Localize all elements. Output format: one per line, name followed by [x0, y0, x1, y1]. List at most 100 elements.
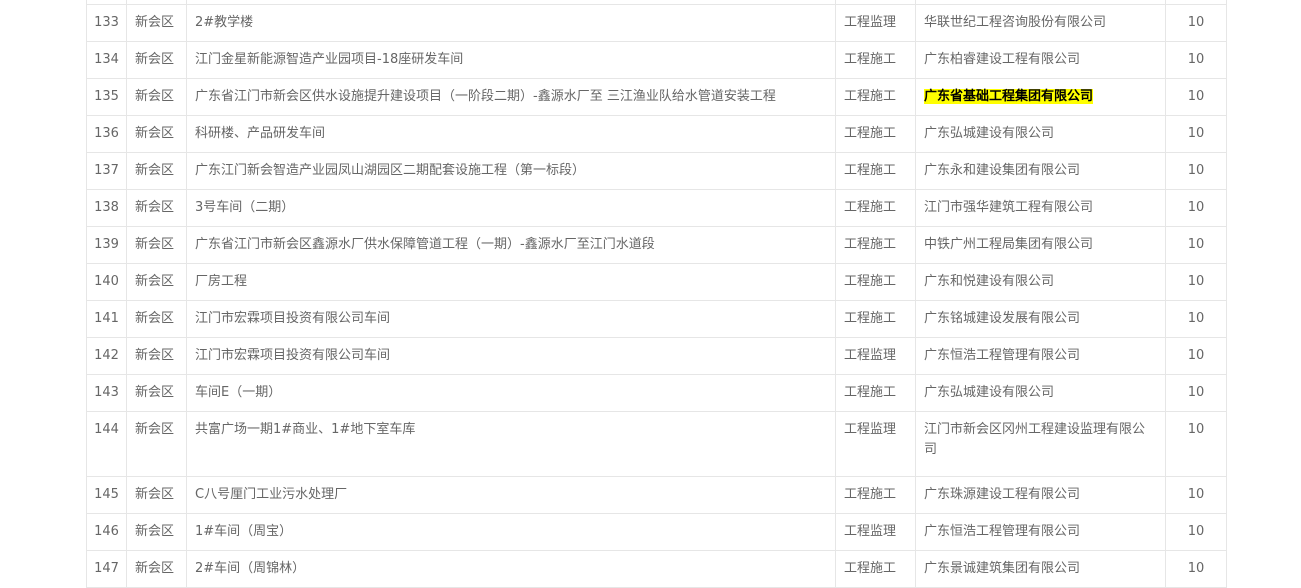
table-row: 135 新会区 广东省江门市新会区供水设施提升建设项目（一阶段二期）-鑫源水厂至…	[86, 78, 1227, 116]
row-score: 10	[1165, 263, 1227, 301]
row-score: 10	[1165, 189, 1227, 227]
row-score: 10	[1165, 411, 1227, 477]
row-work-type: 工程施工	[835, 263, 916, 301]
row-project-name: 科研楼、产品研发车间	[186, 115, 836, 153]
row-score: 10	[1165, 115, 1227, 153]
row-company: 广东弘城建设有限公司	[915, 115, 1166, 153]
row-company: 华联世纪工程咨询股份有限公司	[915, 4, 1166, 42]
row-index: 137	[86, 152, 127, 190]
row-district: 新会区	[126, 226, 187, 264]
row-company: 广东弘城建设有限公司	[915, 374, 1166, 412]
row-index: 139	[86, 226, 127, 264]
row-district: 新会区	[126, 78, 187, 116]
row-company-name: 中铁广州工程局集团有限公司	[924, 237, 1094, 252]
row-company: 中铁广州工程局集团有限公司	[915, 226, 1166, 264]
row-company-name: 广东恒浩工程管理有限公司	[924, 348, 1081, 363]
row-district: 新会区	[126, 263, 187, 301]
row-company-name: 江门市新会区冈州工程建设监理有限公司	[924, 422, 1146, 457]
row-project-name: 2#教学楼	[186, 4, 836, 42]
row-project-name: 江门市宏霖项目投资有限公司车间	[186, 337, 836, 375]
row-score: 10	[1165, 513, 1227, 551]
row-company: 广东铭城建设发展有限公司	[915, 300, 1166, 338]
row-project-name: 共富广场一期1#商业、1#地下室车库	[186, 411, 836, 477]
row-work-type: 工程施工	[835, 41, 916, 79]
row-district: 新会区	[126, 476, 187, 514]
row-index: 145	[86, 476, 127, 514]
row-index: 143	[86, 374, 127, 412]
row-score: 10	[1165, 4, 1227, 42]
row-work-type: 工程施工	[835, 476, 916, 514]
row-district: 新会区	[126, 374, 187, 412]
row-index: 146	[86, 513, 127, 551]
row-company: 广东珠源建设工程有限公司	[915, 476, 1166, 514]
row-work-type: 工程施工	[835, 78, 916, 116]
ranking-table: 132 新会区 新会区 工程施工 江门市新会区 10 133 新会区 2#教学楼…	[86, 0, 1227, 588]
row-company-name: 广东省基础工程集团有限公司	[924, 89, 1094, 104]
table-row: 145 新会区 C八号厘门工业污水处理厂 工程施工 广东珠源建设工程有限公司 1…	[86, 476, 1227, 514]
row-work-type: 工程监理	[835, 411, 916, 477]
table-row: 134 新会区 江门金星新能源智造产业园项目-18座研发车间 工程施工 广东柏睿…	[86, 41, 1227, 79]
row-company-name: 广东铭城建设发展有限公司	[924, 311, 1081, 326]
row-score: 10	[1165, 374, 1227, 412]
row-score: 10	[1165, 300, 1227, 338]
table-row: 143 新会区 车间E（一期） 工程施工 广东弘城建设有限公司 10	[86, 374, 1227, 412]
row-company-name: 广东恒浩工程管理有限公司	[924, 524, 1081, 539]
row-index: 138	[86, 189, 127, 227]
ranking-table-container: 132 新会区 新会区 工程施工 江门市新会区 10 133 新会区 2#教学楼…	[86, 0, 1227, 588]
row-district: 新会区	[126, 115, 187, 153]
table-row: 142 新会区 江门市宏霖项目投资有限公司车间 工程监理 广东恒浩工程管理有限公…	[86, 337, 1227, 375]
row-project-name: C八号厘门工业污水处理厂	[186, 476, 836, 514]
row-project-name: 厂房工程	[186, 263, 836, 301]
row-project-name: 江门金星新能源智造产业园项目-18座研发车间	[186, 41, 836, 79]
row-district: 新会区	[126, 337, 187, 375]
row-index: 134	[86, 41, 127, 79]
row-work-type: 工程监理	[835, 337, 916, 375]
row-project-name: 3号车间（二期）	[186, 189, 836, 227]
row-work-type: 工程施工	[835, 189, 916, 227]
row-project-name: 江门市宏霖项目投资有限公司车间	[186, 300, 836, 338]
row-company: 广东省基础工程集团有限公司	[915, 78, 1166, 116]
row-company: 广东景诚建筑集团有限公司	[915, 550, 1166, 588]
row-company-name: 广东弘城建设有限公司	[924, 126, 1055, 141]
table-row: 139 新会区 广东省江门市新会区鑫源水厂供水保障管道工程（一期）-鑫源水厂至江…	[86, 226, 1227, 264]
row-company-name: 广东永和建设集团有限公司	[924, 163, 1081, 178]
row-index: 140	[86, 263, 127, 301]
row-district: 新会区	[126, 513, 187, 551]
table-row: 136 新会区 科研楼、产品研发车间 工程施工 广东弘城建设有限公司 10	[86, 115, 1227, 153]
table-row: 138 新会区 3号车间（二期） 工程施工 江门市强华建筑工程有限公司 10	[86, 189, 1227, 227]
row-company: 广东永和建设集团有限公司	[915, 152, 1166, 190]
row-company: 江门市强华建筑工程有限公司	[915, 189, 1166, 227]
row-district: 新会区	[126, 411, 187, 477]
row-company-name: 广东景诚建筑集团有限公司	[924, 561, 1081, 576]
row-company-name: 华联世纪工程咨询股份有限公司	[924, 15, 1107, 30]
row-company-name: 广东弘城建设有限公司	[924, 385, 1055, 400]
row-project-name: 广东省江门市新会区供水设施提升建设项目（一阶段二期）-鑫源水厂至 三江渔业队给水…	[186, 78, 836, 116]
row-score: 10	[1165, 152, 1227, 190]
row-district: 新会区	[126, 550, 187, 588]
row-district: 新会区	[126, 4, 187, 42]
row-score: 10	[1165, 78, 1227, 116]
row-work-type: 工程施工	[835, 374, 916, 412]
row-district: 新会区	[126, 300, 187, 338]
table-row: 141 新会区 江门市宏霖项目投资有限公司车间 工程施工 广东铭城建设发展有限公…	[86, 300, 1227, 338]
table-row: 140 新会区 厂房工程 工程施工 广东和悦建设有限公司 10	[86, 263, 1227, 301]
row-work-type: 工程施工	[835, 550, 916, 588]
row-work-type: 工程施工	[835, 300, 916, 338]
row-company: 江门市新会区冈州工程建设监理有限公司	[915, 411, 1166, 477]
row-district: 新会区	[126, 152, 187, 190]
row-company-name: 广东珠源建设工程有限公司	[924, 487, 1081, 502]
row-company-name: 广东和悦建设有限公司	[924, 274, 1055, 289]
row-index: 141	[86, 300, 127, 338]
row-score: 10	[1165, 476, 1227, 514]
row-work-type: 工程施工	[835, 115, 916, 153]
row-company: 广东恒浩工程管理有限公司	[915, 337, 1166, 375]
row-score: 10	[1165, 550, 1227, 588]
table-row: 137 新会区 广东江门新会智造产业园凤山湖园区二期配套设施工程（第一标段） 工…	[86, 152, 1227, 190]
row-company: 广东和悦建设有限公司	[915, 263, 1166, 301]
row-project-name: 2#车间（周锦林）	[186, 550, 836, 588]
table-row: 146 新会区 1#车间（周宝） 工程监理 广东恒浩工程管理有限公司 10	[86, 513, 1227, 551]
row-work-type: 工程监理	[835, 4, 916, 42]
row-company-name: 江门市强华建筑工程有限公司	[924, 200, 1094, 215]
row-district: 新会区	[126, 189, 187, 227]
row-index: 135	[86, 78, 127, 116]
